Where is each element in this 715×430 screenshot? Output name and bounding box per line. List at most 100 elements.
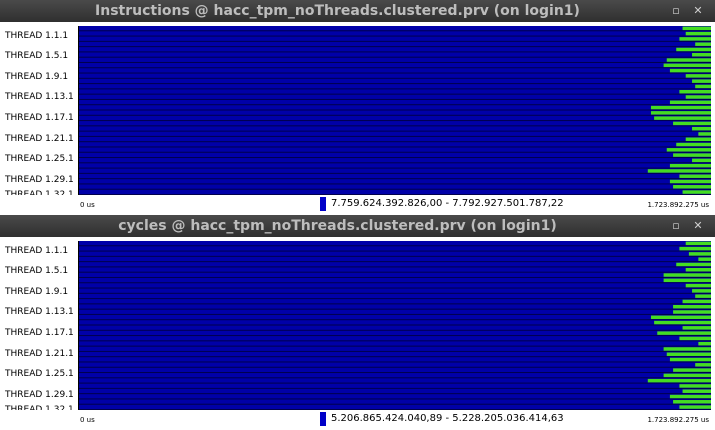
row-separator (79, 162, 711, 164)
row-separator (79, 403, 711, 405)
time-start-label: 0 us (80, 201, 95, 209)
thread-tail-segment (673, 121, 711, 126)
thread-tail-segment (685, 95, 711, 99)
row-separator (79, 135, 711, 137)
thread-tail-segment (663, 373, 711, 378)
thread-tail-segment (669, 394, 711, 399)
thread-tail-segment (692, 79, 711, 83)
maximize-icon[interactable]: ▫ (670, 220, 682, 232)
timeline-window-instructions: Instructions @ hacc_tpm_noThreads.cluste… (0, 0, 715, 215)
thread-label: THREAD 1.1.1 (5, 31, 69, 41)
thread-tail-segment (692, 158, 711, 163)
row-separator (79, 98, 711, 100)
thread-tail-segment (650, 105, 711, 110)
thread-tail-segment (654, 320, 711, 325)
row-separator (79, 104, 711, 106)
close-icon[interactable]: ✕ (692, 220, 704, 232)
semantic-range-label: 7.759.624.392.826,00 - 7.792.927.501.787… (331, 198, 564, 209)
timeline-plot[interactable] (79, 26, 711, 195)
row-separator (79, 151, 711, 153)
row-separator (79, 345, 711, 347)
thread-tail-segment (682, 326, 711, 330)
timeline-footer: 0 us 5.206.865.424.040,89 - 5.228.205.03… (0, 410, 715, 430)
row-separator (79, 366, 711, 368)
row-separator (79, 255, 711, 257)
semantic-color-swatch (320, 197, 326, 211)
time-end-label: 1.723.892.275 us (647, 416, 709, 424)
thread-tail-segment (692, 53, 711, 57)
row-separator (79, 350, 711, 352)
thread-label: THREAD 1.21.1 (5, 349, 74, 359)
row-separator (79, 266, 711, 268)
thread-label: THREAD 1.9.1 (5, 72, 69, 82)
close-icon[interactable]: ✕ (692, 5, 704, 17)
row-separator (79, 88, 711, 90)
row-separator (79, 77, 711, 79)
row-separator (79, 377, 711, 379)
thread-tail-segment (666, 352, 711, 356)
row-separator (79, 398, 711, 400)
row-separator (79, 382, 711, 384)
timeline-svg[interactable] (79, 241, 711, 410)
thread-tail-segment (682, 26, 711, 31)
thread-tail-segment (673, 185, 711, 189)
thread-tail-segment (673, 310, 711, 314)
row-separator (79, 141, 711, 143)
row-separator (79, 372, 711, 374)
timeline-window-cycles: cycles @ hacc_tpm_noThreads.clustered.pr… (0, 215, 715, 430)
thread-tail-segment (650, 111, 711, 115)
row-separator (79, 51, 711, 53)
thread-tail-segment (663, 63, 711, 68)
thread-label: THREAD 1.17.1 (5, 328, 74, 338)
timeline-panel[interactable]: THREAD 1.1.1 THREAD 1.5.1 THREAD 1.9.1 T… (0, 22, 715, 215)
row-separator (79, 30, 711, 32)
thread-label: THREAD 1.5.1 (5, 51, 69, 61)
thread-tail-segment (673, 153, 711, 157)
timeline-plot[interactable] (79, 241, 711, 410)
row-separator (79, 167, 711, 169)
row-separator (79, 340, 711, 342)
window-titlebar[interactable]: cycles @ hacc_tpm_noThreads.clustered.pr… (0, 215, 715, 237)
thread-tail-segment (692, 289, 711, 293)
thread-tail-segment (682, 389, 711, 393)
thread-tail-segment (673, 368, 711, 372)
thread-tail-segment (685, 137, 711, 141)
thread-tail-segment (685, 283, 711, 288)
thread-tail-segment (669, 179, 711, 184)
thread-tail-segment (676, 262, 711, 267)
thread-label: THREAD 1.17.1 (5, 113, 74, 123)
row-separator (79, 56, 711, 58)
row-separator (79, 329, 711, 331)
thread-tail-segment (654, 116, 711, 120)
timeline-svg[interactable] (79, 26, 711, 195)
thread-tail-segment (685, 268, 711, 272)
row-separator (79, 157, 711, 159)
row-separator (79, 292, 711, 294)
window-titlebar[interactable]: Instructions @ hacc_tpm_noThreads.cluste… (0, 0, 715, 22)
thread-label-column: THREAD 1.1.1 THREAD 1.5.1 THREAD 1.9.1 T… (0, 22, 78, 215)
time-end-label: 1.723.892.275 us (647, 201, 709, 209)
thread-tail-segment (663, 347, 711, 351)
thread-label: THREAD 1.5.1 (5, 266, 69, 276)
thread-tail-segment (692, 126, 711, 131)
thread-tail-segment (698, 341, 711, 346)
thread-tail-segment (669, 100, 711, 105)
maximize-icon[interactable]: ▫ (670, 5, 682, 17)
row-separator (79, 109, 711, 111)
thread-tail-segment (698, 132, 711, 136)
row-separator (79, 319, 711, 321)
window-title: cycles @ hacc_tpm_noThreads.clustered.pr… (118, 218, 557, 234)
thread-tail-segment (679, 37, 711, 41)
thread-tail-segment (679, 384, 711, 388)
thread-tail-segment (679, 89, 711, 94)
row-separator (79, 287, 711, 289)
row-separator (79, 46, 711, 48)
row-separator (79, 335, 711, 337)
row-separator (79, 61, 711, 63)
row-separator (79, 120, 711, 122)
row-separator (79, 361, 711, 363)
row-separator (79, 308, 711, 310)
thread-tail-segment (679, 246, 711, 251)
timeline-panel[interactable]: THREAD 1.1.1 THREAD 1.5.1 THREAD 1.9.1 T… (0, 237, 715, 430)
row-separator (79, 188, 711, 190)
